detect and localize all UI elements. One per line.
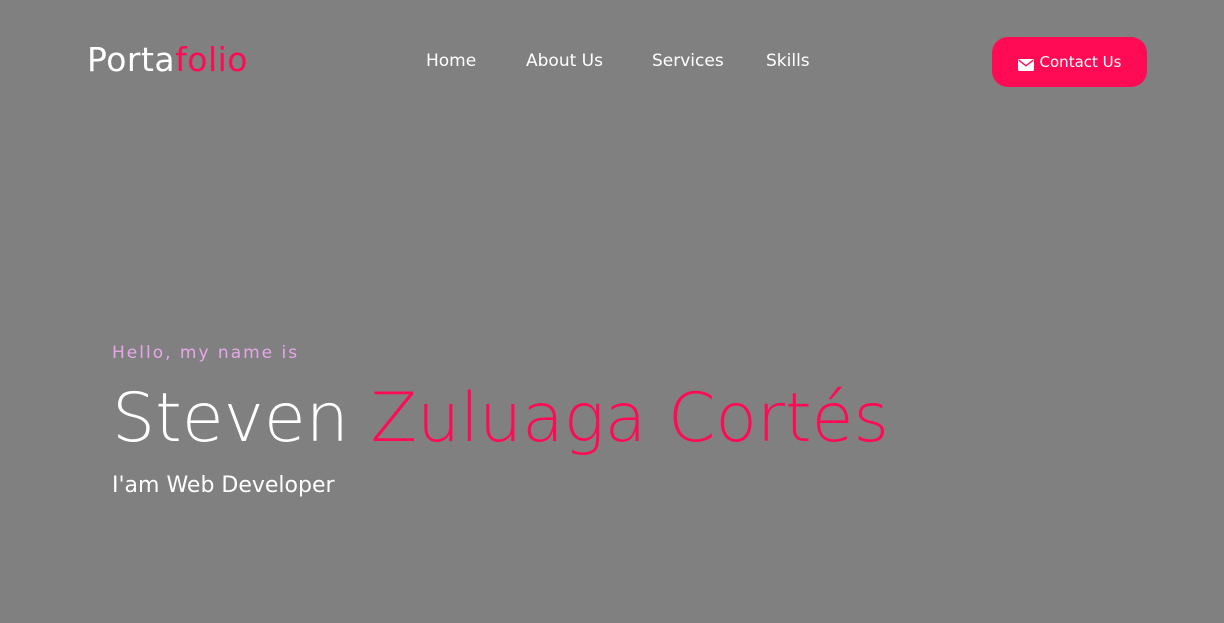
envelope-icon — [1017, 56, 1034, 71]
site-logo[interactable]: Portafolio — [87, 38, 248, 82]
nav-link-services[interactable]: Services — [652, 48, 724, 74]
nav-link-about-us[interactable]: About Us — [526, 48, 603, 74]
logo-text-primary: Porta — [87, 40, 176, 79]
hero-section: Hello, my name is Steven Zuluaga Cortés … — [112, 338, 889, 500]
hero-role: I'am Web Developer — [112, 473, 335, 498]
nav-link-home[interactable]: Home — [426, 48, 476, 74]
hero-name: Steven Zuluaga Cortés — [112, 378, 889, 460]
hero-last-name: Zuluaga Cortés — [370, 379, 889, 458]
hero-greeting: Hello, my name is — [112, 343, 300, 363]
logo-text-accent: folio — [175, 40, 248, 79]
contact-us-label: Contact Us — [1039, 53, 1122, 71]
navbar: Portafolio Home About Us Services Skills… — [0, 0, 1224, 124]
hero-first-name: Steven — [112, 379, 349, 458]
contact-us-button[interactable]: Contact Us — [992, 37, 1147, 87]
nav-link-skills[interactable]: Skills — [766, 48, 810, 74]
